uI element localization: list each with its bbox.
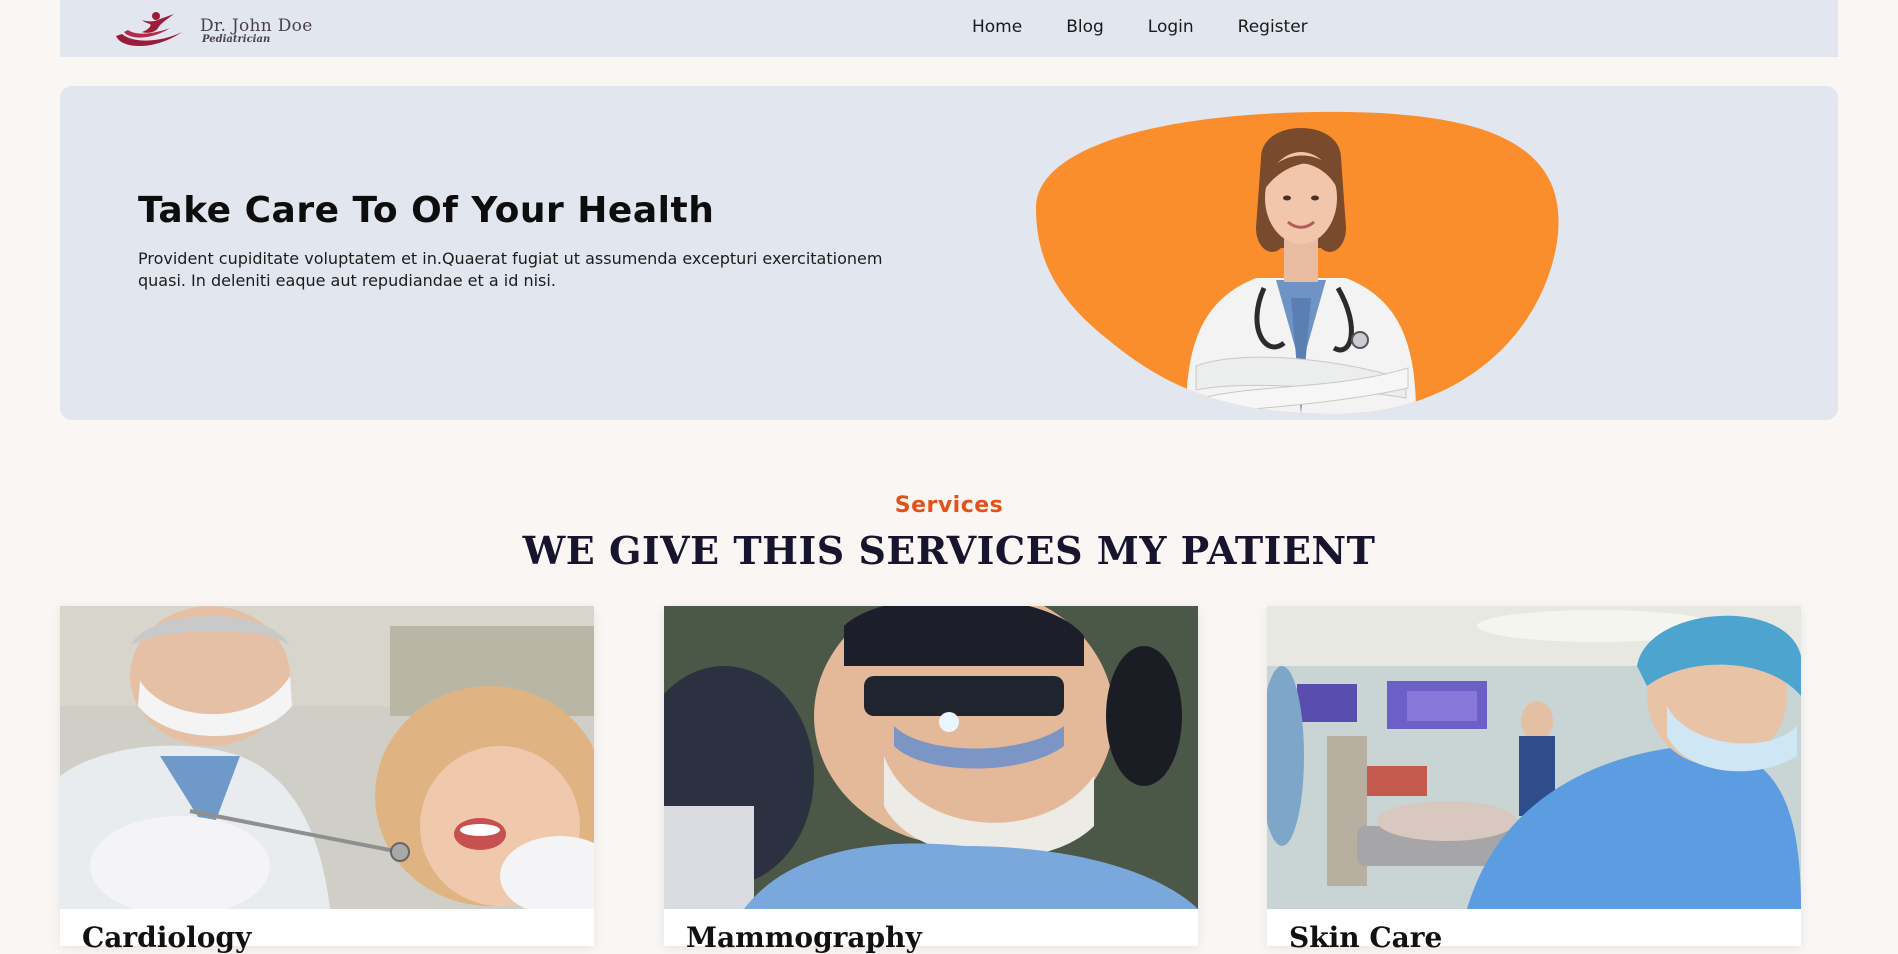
brand-name: Dr. John Doe: [200, 16, 313, 36]
navbar: Dr. John Doe Pediatrician Home Blog Logi…: [60, 0, 1838, 57]
service-card-title: Cardiology: [82, 921, 252, 954]
services-label: Services: [894, 493, 1004, 518]
surgeon-with-headlamp-photo: [664, 606, 1198, 909]
services-title: WE GIVE THIS SERVICES MY PATIENT: [522, 528, 1376, 573]
doctor-portrait-image: [1036, 111, 1559, 414]
service-card-mammography[interactable]: Mammography: [664, 606, 1198, 954]
service-card-title: Skin Care: [1289, 921, 1443, 954]
hero-title: Take Care To Of Your Health: [138, 190, 715, 231]
nav-register-link[interactable]: Register: [1238, 17, 1308, 37]
brand-subtitle: Pediatrician: [202, 34, 271, 45]
nav-home-link[interactable]: Home: [972, 17, 1022, 37]
operating-room-photo: [1267, 606, 1801, 909]
service-card-skin-care[interactable]: Skin Care: [1267, 606, 1801, 954]
service-card-cardiology[interactable]: Cardiology: [60, 606, 594, 954]
service-card-title: Mammography: [686, 921, 922, 954]
hero-description: Provident cupiditate voluptatem et in.Qu…: [138, 249, 883, 290]
figure-swirl-logo-icon: [116, 12, 182, 47]
nav-login-link[interactable]: Login: [1148, 17, 1194, 37]
nav-blog-link[interactable]: Blog: [1066, 17, 1104, 37]
main-nav: Home Blog Login Register: [972, 17, 1308, 37]
hero-section: Take Care To Of Your Health Provident cu…: [60, 86, 1838, 420]
brand-logo[interactable]: Dr. John Doe Pediatrician: [112, 10, 372, 50]
dentist-with-patient-photo: [60, 606, 594, 909]
